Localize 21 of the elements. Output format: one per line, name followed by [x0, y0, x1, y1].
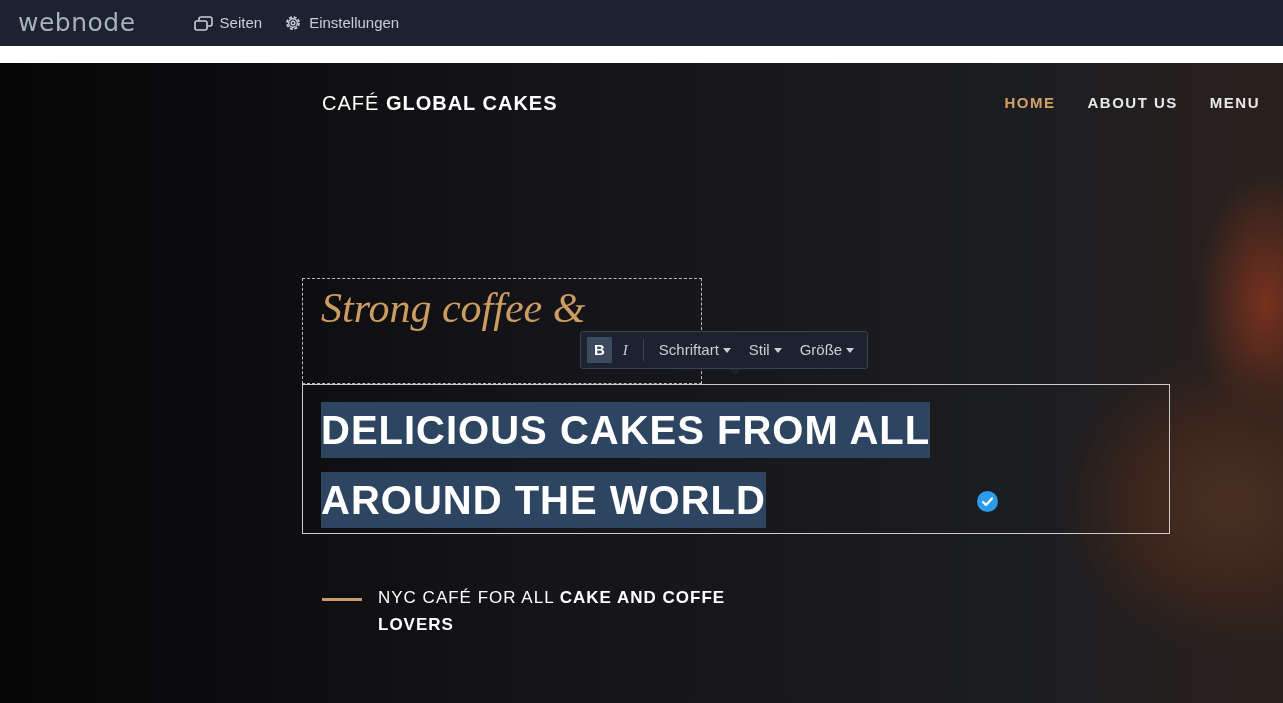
pages-icon — [193, 15, 213, 31]
settings-menu-item[interactable]: Einstellungen — [284, 11, 400, 35]
settings-icon — [284, 14, 303, 32]
accent-line — [322, 598, 362, 601]
subtitle: NYC CAFÉ FOR ALL CAKE AND COFFE LOVERS — [378, 587, 727, 636]
site-logo[interactable]: CAFÉ GLOBAL CAKES — [322, 88, 558, 118]
pages-menu-item[interactable]: Seiten — [193, 11, 263, 35]
headline-text-frame[interactable]: DELICIOUS CAKES FROM ALL AROUND THE WORLD — [302, 384, 1170, 534]
nav-link-item[interactable]: HOME — [1004, 91, 1056, 115]
checkmark-icon[interactable] — [977, 491, 998, 512]
caret-icon — [773, 347, 782, 353]
tagline: Strong coffee & — [321, 284, 586, 333]
italic-button[interactable]: I — [615, 337, 635, 363]
toolbar-dropdown[interactable]: Stil — [741, 337, 789, 363]
caret-icon — [722, 347, 731, 353]
caret-icon — [846, 347, 855, 353]
bold-button[interactable]: B — [587, 337, 612, 363]
webnode-logo: webnode — [18, 7, 136, 40]
nav-link-item[interactable]: MENU — [1209, 91, 1260, 115]
nav-link-item[interactable]: ABOUT US — [1087, 91, 1178, 115]
toolbar-dropdown[interactable]: Größe — [792, 337, 862, 363]
